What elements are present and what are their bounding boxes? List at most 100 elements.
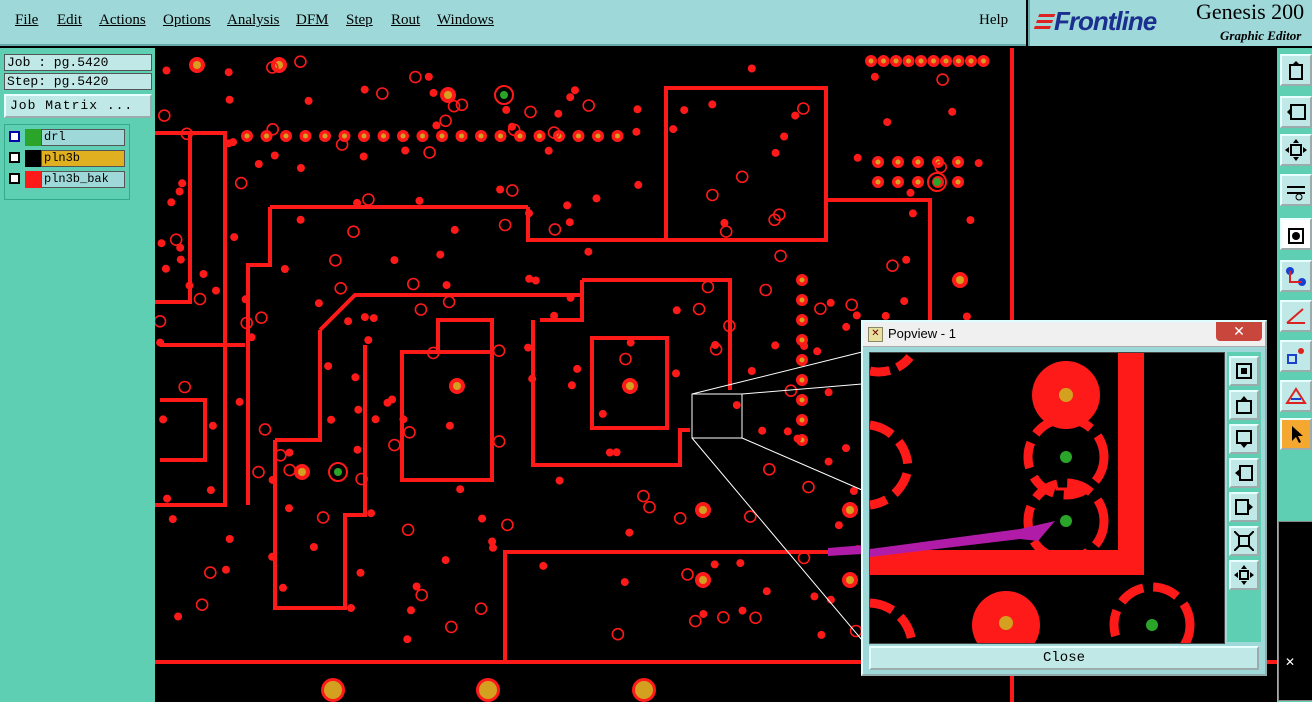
layer-checkbox[interactable] bbox=[9, 131, 20, 142]
via bbox=[270, 151, 279, 160]
via bbox=[175, 187, 184, 196]
menu-file[interactable]: File bbox=[15, 12, 38, 29]
pad-center bbox=[799, 377, 805, 383]
via bbox=[842, 322, 851, 331]
layer-name: pln3b_bak bbox=[41, 171, 125, 188]
window-left-button[interactable] bbox=[1280, 96, 1312, 128]
via-clearance bbox=[409, 70, 422, 84]
via bbox=[736, 559, 745, 568]
menu-dfm[interactable]: DFM bbox=[296, 12, 329, 29]
menu-windows[interactable]: Windows bbox=[437, 12, 494, 29]
menu-actions[interactable]: Actions bbox=[99, 12, 146, 29]
via bbox=[626, 338, 635, 347]
snap-button[interactable] bbox=[1280, 380, 1312, 412]
popview-canvas[interactable] bbox=[869, 352, 1225, 644]
menu-analysis[interactable]: Analysis bbox=[227, 12, 280, 29]
via bbox=[185, 281, 194, 290]
via bbox=[571, 86, 579, 95]
pan-up-icon bbox=[1236, 396, 1252, 414]
menu-step[interactable]: Step bbox=[346, 12, 373, 29]
via bbox=[881, 311, 890, 320]
via bbox=[399, 415, 408, 424]
popview-close-icon[interactable]: ✕ bbox=[1216, 322, 1262, 341]
via bbox=[324, 362, 333, 371]
window-up-button[interactable] bbox=[1280, 54, 1312, 86]
pad-center bbox=[895, 159, 901, 165]
via bbox=[747, 367, 756, 375]
via bbox=[852, 311, 861, 320]
layer-checkbox[interactable] bbox=[9, 173, 20, 184]
logo-text: Frontline bbox=[1054, 6, 1157, 36]
layer-row-pln3b[interactable]: pln3b bbox=[7, 150, 127, 167]
via bbox=[247, 333, 256, 342]
pad-center bbox=[537, 133, 542, 139]
layer-row-drl[interactable]: drl bbox=[7, 129, 127, 146]
via bbox=[531, 276, 540, 285]
via bbox=[758, 426, 767, 435]
measure-button[interactable] bbox=[1280, 174, 1312, 206]
layer-checkbox[interactable] bbox=[9, 152, 20, 163]
via bbox=[672, 369, 680, 378]
pointer-button[interactable] bbox=[1280, 418, 1312, 450]
via bbox=[810, 592, 819, 601]
pan-left-icon bbox=[1235, 465, 1253, 481]
pop-pan-up-button[interactable] bbox=[1229, 390, 1259, 420]
via-clearance bbox=[388, 438, 401, 452]
fit-icon bbox=[1234, 531, 1254, 551]
pop-fit-button[interactable] bbox=[1229, 526, 1259, 556]
via bbox=[834, 521, 843, 530]
pop-zoom-button[interactable] bbox=[1229, 356, 1259, 386]
menu-rout[interactable]: Rout bbox=[391, 12, 420, 29]
via bbox=[429, 88, 438, 97]
via bbox=[314, 299, 323, 308]
menu-options[interactable]: Options bbox=[163, 12, 211, 29]
via bbox=[354, 405, 363, 414]
fit-view-button[interactable] bbox=[1280, 134, 1312, 166]
popview-close-button[interactable]: Close bbox=[869, 646, 1259, 670]
via bbox=[948, 107, 957, 116]
pad-center bbox=[918, 58, 924, 64]
via bbox=[327, 415, 336, 424]
pop-pan-right-button[interactable] bbox=[1229, 492, 1259, 522]
menu-edit[interactable]: Edit bbox=[57, 12, 82, 29]
pad-center bbox=[324, 681, 342, 699]
via-clearance bbox=[474, 602, 488, 616]
via bbox=[824, 457, 833, 466]
window-up-icon bbox=[1289, 61, 1303, 80]
job-matrix-button[interactable]: Job Matrix ... bbox=[4, 94, 152, 118]
menubar: File Edit Actions Options Analysis DFM S… bbox=[0, 0, 1026, 46]
via-clearance bbox=[849, 624, 863, 638]
pad-center bbox=[193, 61, 201, 69]
pop-pan-down-button[interactable] bbox=[1229, 424, 1259, 454]
menu-help[interactable]: Help bbox=[979, 12, 1008, 29]
pad-center bbox=[968, 58, 974, 64]
via bbox=[544, 146, 553, 155]
layer-color-swatch bbox=[25, 150, 41, 167]
popview-titlebar[interactable]: ✕ Popview - 1 ✕ bbox=[863, 322, 1265, 347]
via bbox=[174, 612, 183, 621]
layer-name: drl bbox=[41, 129, 125, 146]
select-mode-icon bbox=[1288, 228, 1304, 244]
via bbox=[826, 298, 835, 307]
via bbox=[285, 504, 293, 513]
via-clearance bbox=[814, 302, 827, 316]
via-clearance bbox=[759, 283, 773, 297]
pad-center bbox=[298, 468, 306, 476]
via-clearance bbox=[498, 218, 512, 232]
pop-pan-left-button[interactable] bbox=[1229, 458, 1259, 488]
feature-button[interactable] bbox=[1280, 340, 1312, 372]
via-clearance bbox=[716, 610, 730, 624]
via bbox=[225, 535, 234, 543]
side-close-icon[interactable]: ✕ bbox=[1285, 655, 1295, 669]
select-mode-button[interactable] bbox=[1280, 218, 1312, 250]
pad-center bbox=[931, 58, 936, 64]
pop-center-button[interactable] bbox=[1229, 560, 1259, 590]
via bbox=[800, 342, 809, 350]
fit-view-icon bbox=[1285, 139, 1307, 161]
net-button[interactable] bbox=[1280, 260, 1312, 292]
layer-row-pln3b-bak[interactable]: pln3b_bak bbox=[7, 171, 127, 188]
pad-center bbox=[893, 58, 899, 64]
pad-center bbox=[915, 179, 921, 185]
angle-button[interactable] bbox=[1280, 300, 1312, 332]
pan-down-icon bbox=[1236, 430, 1252, 448]
